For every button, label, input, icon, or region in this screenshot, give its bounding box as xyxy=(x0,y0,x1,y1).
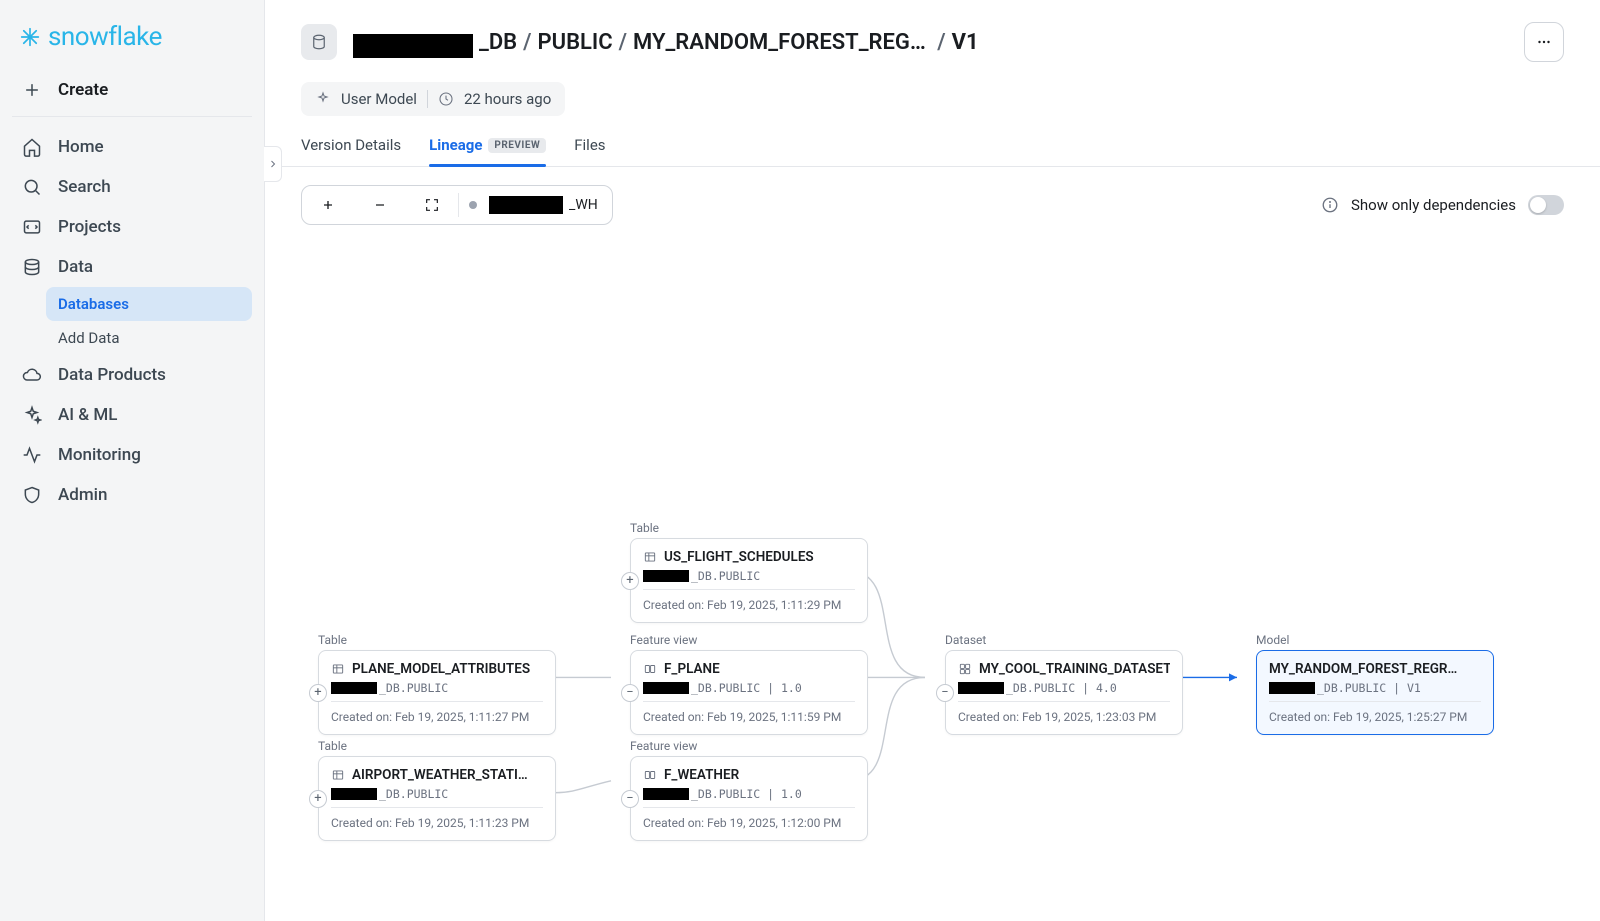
deps-toggle[interactable] xyxy=(1528,195,1564,215)
expand-upstream-button[interactable]: + xyxy=(309,790,327,808)
lineage-node-training-dataset[interactable]: − MY_COOL_TRAINING_DATASET _DB.PUBLIC | … xyxy=(945,650,1183,735)
brand-logo[interactable]: snowflake xyxy=(12,18,252,70)
table-icon xyxy=(331,768,345,782)
sidebar-item-admin[interactable]: Admin xyxy=(12,475,252,515)
database-chip-icon xyxy=(301,24,337,60)
status-dot xyxy=(469,201,477,209)
dataset-icon xyxy=(958,662,972,676)
tab-files[interactable]: Files xyxy=(574,136,605,166)
warehouse-picker[interactable]: _WH xyxy=(459,186,612,224)
breadcrumb-schema[interactable]: PUBLIC xyxy=(538,30,613,55)
lineage-node-model[interactable]: MY_RANDOM_FOREST_REGR… _DB.PUBLIC | V1 C… xyxy=(1256,650,1494,735)
breadcrumb-version: V1 xyxy=(952,30,979,55)
meta-chip: User Model 22 hours ago xyxy=(301,82,565,116)
sidebar-sub-databases[interactable]: Databases xyxy=(46,287,252,321)
sidebar-item-label: Data Products xyxy=(58,365,166,385)
node-type-label: Table xyxy=(318,633,347,647)
clock-icon xyxy=(438,91,454,107)
node-type-label: Dataset xyxy=(945,633,986,647)
more-actions-button[interactable] xyxy=(1524,22,1564,62)
database-icon xyxy=(22,257,42,277)
sidebar-item-projects[interactable]: Projects xyxy=(12,207,252,247)
sidebar-item-label: Admin xyxy=(58,485,107,505)
collapse-upstream-button[interactable]: − xyxy=(621,790,639,808)
home-icon xyxy=(22,137,42,157)
redacted-segment xyxy=(353,34,473,58)
breadcrumb: _DB / PUBLIC / MY_RANDOM_FOREST_REG… / V… xyxy=(353,30,979,55)
object-age: 22 hours ago xyxy=(464,90,551,108)
table-icon xyxy=(643,550,657,564)
cloud-icon xyxy=(22,365,42,385)
sidebar-item-monitoring[interactable]: Monitoring xyxy=(12,435,252,475)
snowflake-icon xyxy=(20,27,40,47)
create-button[interactable]: Create xyxy=(12,70,252,110)
sidebar-item-label: Home xyxy=(58,137,104,157)
feature-view-icon xyxy=(643,662,657,676)
redacted-warehouse xyxy=(489,196,563,214)
node-type-label: Table xyxy=(630,521,659,535)
plus-icon xyxy=(22,80,42,100)
lineage-node-plane-model-attributes[interactable]: + PLANE_MODEL_ATTRIBUTES _DB.PUBLIC Crea… xyxy=(318,650,556,735)
zoom-in-button[interactable] xyxy=(302,186,354,224)
projects-icon xyxy=(22,217,42,237)
object-type: User Model xyxy=(341,90,417,108)
collapse-upstream-button[interactable]: − xyxy=(621,684,639,702)
search-icon xyxy=(22,177,42,197)
sidebar-item-label: Data xyxy=(58,257,93,277)
sparkle-icon xyxy=(315,91,331,107)
sidebar-item-label: Search xyxy=(58,177,111,197)
expand-upstream-button[interactable]: + xyxy=(621,572,639,590)
sidebar-item-search[interactable]: Search xyxy=(12,167,252,207)
zoom-toolbar: _WH xyxy=(301,185,613,225)
collapse-upstream-button[interactable]: − xyxy=(936,684,954,702)
sparkle-icon xyxy=(22,405,42,425)
divider xyxy=(12,116,252,117)
lineage-node-us-flight-schedules[interactable]: + US_FLIGHT_SCHEDULES _DB.PUBLIC Created… xyxy=(630,538,868,623)
sidebar-item-data[interactable]: Data xyxy=(12,247,252,287)
activity-icon xyxy=(22,445,42,465)
sidebar-sub-add-data[interactable]: Add Data xyxy=(46,321,252,355)
tab-version-details[interactable]: Version Details xyxy=(301,136,401,166)
lineage-node-f-weather[interactable]: − F_WEATHER _DB.PUBLIC | 1.0 Created on:… xyxy=(630,756,868,841)
node-type-label: Model xyxy=(1256,633,1289,647)
tabs: Version Details Lineage PREVIEW Files xyxy=(265,116,1600,167)
sidebar-item-ai-ml[interactable]: AI & ML xyxy=(12,395,252,435)
lineage-node-f-plane[interactable]: − F_PLANE _DB.PUBLIC | 1.0 Created on: F… xyxy=(630,650,868,735)
shield-icon xyxy=(22,485,42,505)
breadcrumb-object[interactable]: MY_RANDOM_FOREST_REG… xyxy=(633,30,926,55)
feature-view-icon xyxy=(643,768,657,782)
preview-badge: PREVIEW xyxy=(488,138,546,153)
info-icon[interactable] xyxy=(1321,196,1339,214)
tab-lineage[interactable]: Lineage PREVIEW xyxy=(429,136,546,166)
deps-label: Show only dependencies xyxy=(1351,196,1516,214)
zoom-out-button[interactable] xyxy=(354,186,406,224)
collapse-sidebar-button[interactable] xyxy=(264,146,282,182)
node-type-label: Table xyxy=(318,739,347,753)
node-type-label: Feature view xyxy=(630,739,697,753)
brand-text: snowflake xyxy=(48,22,162,52)
table-icon xyxy=(331,662,345,676)
sidebar-item-label: AI & ML xyxy=(58,405,117,425)
main-content: _DB / PUBLIC / MY_RANDOM_FOREST_REG… / V… xyxy=(265,0,1600,921)
sidebar-item-label: Projects xyxy=(58,217,121,237)
expand-upstream-button[interactable]: + xyxy=(309,684,327,702)
sidebar-item-label: Monitoring xyxy=(58,445,141,465)
fullscreen-button[interactable] xyxy=(406,186,458,224)
sidebar: snowflake Create Home Search Projects Da… xyxy=(0,0,265,921)
sidebar-item-data-products[interactable]: Data Products xyxy=(12,355,252,395)
lineage-canvas[interactable]: Table Table Table Feature view Feature v… xyxy=(265,225,1600,921)
sidebar-item-home[interactable]: Home xyxy=(12,127,252,167)
node-type-label: Feature view xyxy=(630,633,697,647)
lineage-node-airport-weather[interactable]: + AIRPORT_WEATHER_STATI… _DB.PUBLIC Crea… xyxy=(318,756,556,841)
